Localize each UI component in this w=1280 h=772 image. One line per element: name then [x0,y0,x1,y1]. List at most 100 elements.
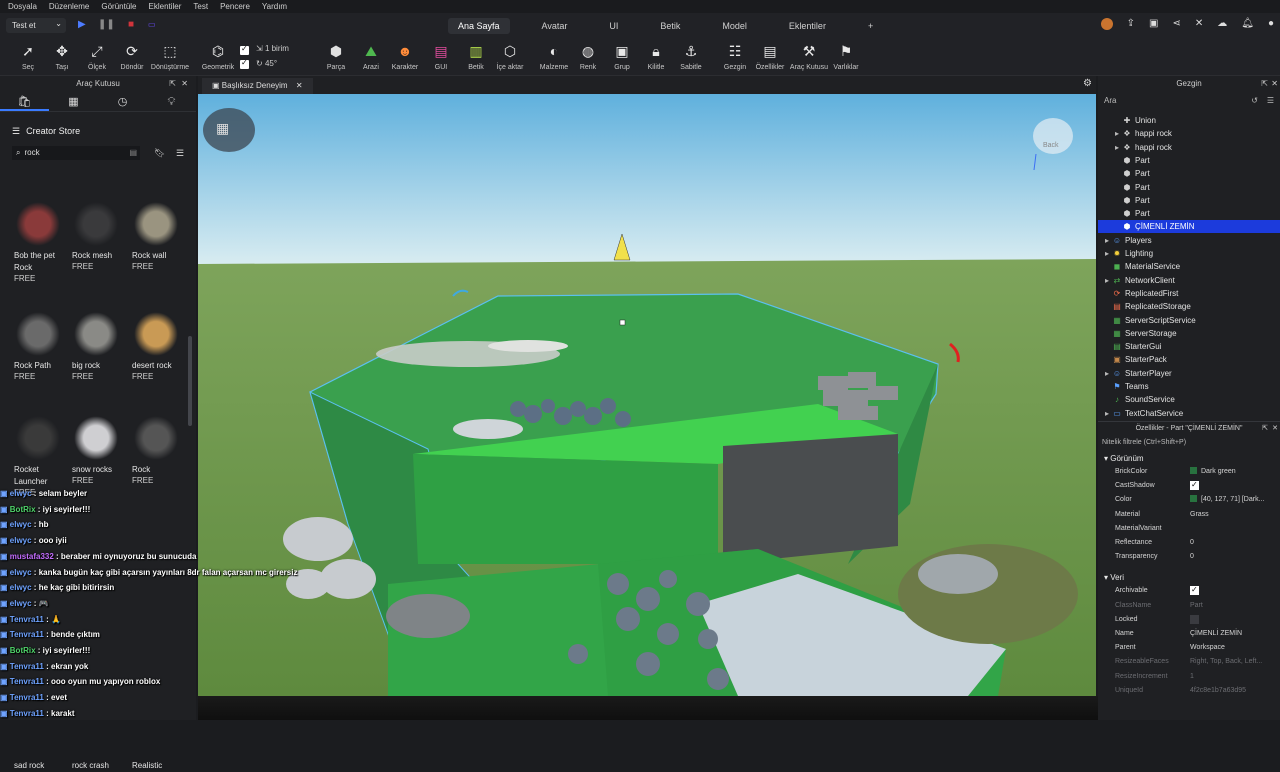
property-row[interactable]: UniqueId 4f2c8e1b7a63d95 [1098,684,1280,698]
collab-icon[interactable]: ✕ [1195,18,1203,30]
rotate-snap-field[interactable]: ↻ 45° [256,59,277,68]
expand-arrow-icon[interactable]: ▸ [1102,367,1112,380]
property-value[interactable]: Workspace [1190,641,1276,655]
pause-icon[interactable]: ❚❚ [98,19,115,30]
asset-card[interactable]: Rocket Launcher FREE [14,416,70,497]
property-row[interactable]: ClassName Part [1098,599,1280,613]
tool-button[interactable]: ▤ Özellikler [750,42,790,71]
tool-button[interactable]: ⤢ Ölçek [77,42,117,71]
popout-icon[interactable]: ⇱ [1262,422,1268,436]
device-icon[interactable]: ▭ [148,20,156,29]
stone-wall[interactable] [723,434,898,564]
tool-button[interactable]: ⌬ Geometrik [198,42,238,71]
tool-button[interactable]: ⬢ Parça [316,42,356,71]
tool-button[interactable]: ✥ Taşı [42,42,82,71]
property-checkbox[interactable] [1190,583,1199,597]
property-checkbox[interactable] [1190,614,1199,624]
ribbon-tab[interactable]: Model [712,18,757,34]
close-tab-icon[interactable]: ✕ [296,81,303,90]
ribbon-tab[interactable]: UI [599,18,628,34]
explorer-item[interactable]: ▸ ▭ TextChatService [1098,407,1280,420]
clear-search-icon[interactable]: ▤ [129,146,137,160]
tool-button[interactable]: ☷ Gezgin [715,42,755,71]
explorer-item[interactable]: ♪ SoundService [1098,393,1280,406]
expand-arrow-icon[interactable]: ▸ [1112,141,1122,154]
tab-recent[interactable]: ◷ [98,92,147,111]
asset-card[interactable]: big rock FREE [72,312,128,381]
happi-rock[interactable] [453,419,523,439]
asset-card[interactable]: Rock FREE [132,416,188,485]
tool-button[interactable]: ⟳ Döndür [112,42,152,71]
menu-item[interactable]: Test [193,2,208,11]
asset-card[interactable]: Bob the pet Rock FREE [14,202,70,283]
ribbon-tab[interactable]: Avatar [532,18,578,34]
menu-item[interactable]: Eklentiler [149,2,182,11]
play-icon[interactable]: ▶ [78,19,86,30]
property-row[interactable]: CastShadow [1098,478,1280,493]
tool-button[interactable]: ▤ GUI [421,42,461,71]
asset-card[interactable]: Rock Path FREE [14,312,70,381]
explorer-item[interactable]: ▸ ❖ happi rock [1098,141,1280,154]
menu-item[interactable]: Pencere [220,2,250,11]
explorer-item[interactable]: ⬢ Part [1098,207,1280,220]
property-value[interactable]: 0 [1190,550,1276,564]
explorer-item[interactable]: ▸ ✹ Lighting [1098,247,1280,260]
move-snap-checkbox[interactable] [240,44,249,55]
property-row[interactable]: BrickColor Dark green [1098,465,1280,479]
close-icon[interactable]: ✕ [1272,422,1278,436]
tab-creations[interactable]: 💡︎ [147,92,196,111]
tool-button[interactable]: ☻ Karakter [385,42,425,71]
grey-boulder[interactable] [386,594,470,638]
ribbon-tab[interactable]: Eklentiler [779,18,836,34]
property-row[interactable]: Parent Workspace [1098,641,1280,655]
explorer-item[interactable]: ⟳ ReplicatedFirst [1098,287,1280,300]
mossy-rock[interactable] [898,544,1078,644]
explorer-item[interactable]: ⬢ Part [1098,154,1280,167]
property-row[interactable]: Reflectance 0 [1098,536,1280,550]
property-row[interactable]: Transparency 0 [1098,550,1280,564]
explorer-item[interactable]: ◼ MaterialService [1098,260,1280,273]
rotate-snap-checkbox[interactable] [240,58,249,69]
menu-item[interactable]: Görüntüle [101,2,136,11]
property-row[interactable]: Color [40, 127, 71] [Dark... [1098,493,1280,507]
move-snap-field[interactable]: ⇲ 1 birim [256,44,289,53]
explorer-item[interactable]: ▣ StarterPack [1098,353,1280,366]
explorer-search-input[interactable]: Ara ↺ ☰ [1102,94,1276,108]
expand-arrow-icon[interactable]: ▸ [1112,127,1122,140]
bell-icon[interactable]: 🔔︎ [1241,18,1254,30]
property-value[interactable]: 0 [1190,536,1276,550]
close-icon[interactable]: ✕ [181,76,188,92]
property-row[interactable]: Archivable [1098,583,1280,598]
property-value[interactable]: Dark green [1190,465,1276,479]
asset-card[interactable]: desert rock FREE [132,312,188,381]
avatar[interactable] [1100,18,1113,30]
menu-item[interactable]: Dosyala [8,2,37,11]
filter-icon[interactable]: ☰ [176,148,184,159]
expand-arrow-icon[interactable]: ▸ [1102,274,1112,287]
filter-icon[interactable]: ☰ [1267,94,1274,108]
asset-card[interactable]: sad rock [14,756,70,772]
tool-button[interactable]: ⚓︎ Sabitle [671,42,711,71]
ribbon-tab[interactable]: + [858,18,883,34]
tab-untitled-experience[interactable]: ▣ Başlıksız Deneyim ✕ [202,78,313,94]
property-value[interactable]: [40, 127, 71] [Dark... [1190,493,1276,507]
property-value[interactable]: ÇİMENLİ ZEMİN [1190,627,1276,641]
tool-button[interactable]: ⬚ Dönüştürme [150,42,190,71]
popout-icon[interactable]: ⇱ [1261,76,1268,92]
property-checkbox[interactable] [1190,478,1199,492]
settings-icon[interactable]: ⚙ [1083,78,1092,89]
menu-item[interactable]: Düzenleme [49,2,89,11]
property-section[interactable]: ▾ Görünüm [1104,454,1144,463]
bookmark-icon[interactable]: 🔖︎ [154,148,165,159]
tool-button[interactable]: ⚒ Araç Kutusu [789,42,829,71]
property-filter-input[interactable]: Nitelik filtrele (Ctrl+Shift+P) [1102,436,1186,450]
explorer-item[interactable]: ▸ ❖ happi rock [1098,127,1280,140]
asset-card[interactable]: Rock mesh FREE [72,202,128,271]
history-icon[interactable]: ↺ [1251,94,1258,108]
property-value[interactable]: Grass [1190,508,1276,522]
close-icon[interactable]: ✕ [1271,76,1278,92]
explorer-item[interactable]: ▤ ReplicatedStorage [1098,300,1280,313]
asset-card[interactable]: snow rocks FREE [72,416,128,485]
explorer-item[interactable]: ⬢ Part [1098,194,1280,207]
property-value[interactable]: 1 [1190,670,1276,684]
